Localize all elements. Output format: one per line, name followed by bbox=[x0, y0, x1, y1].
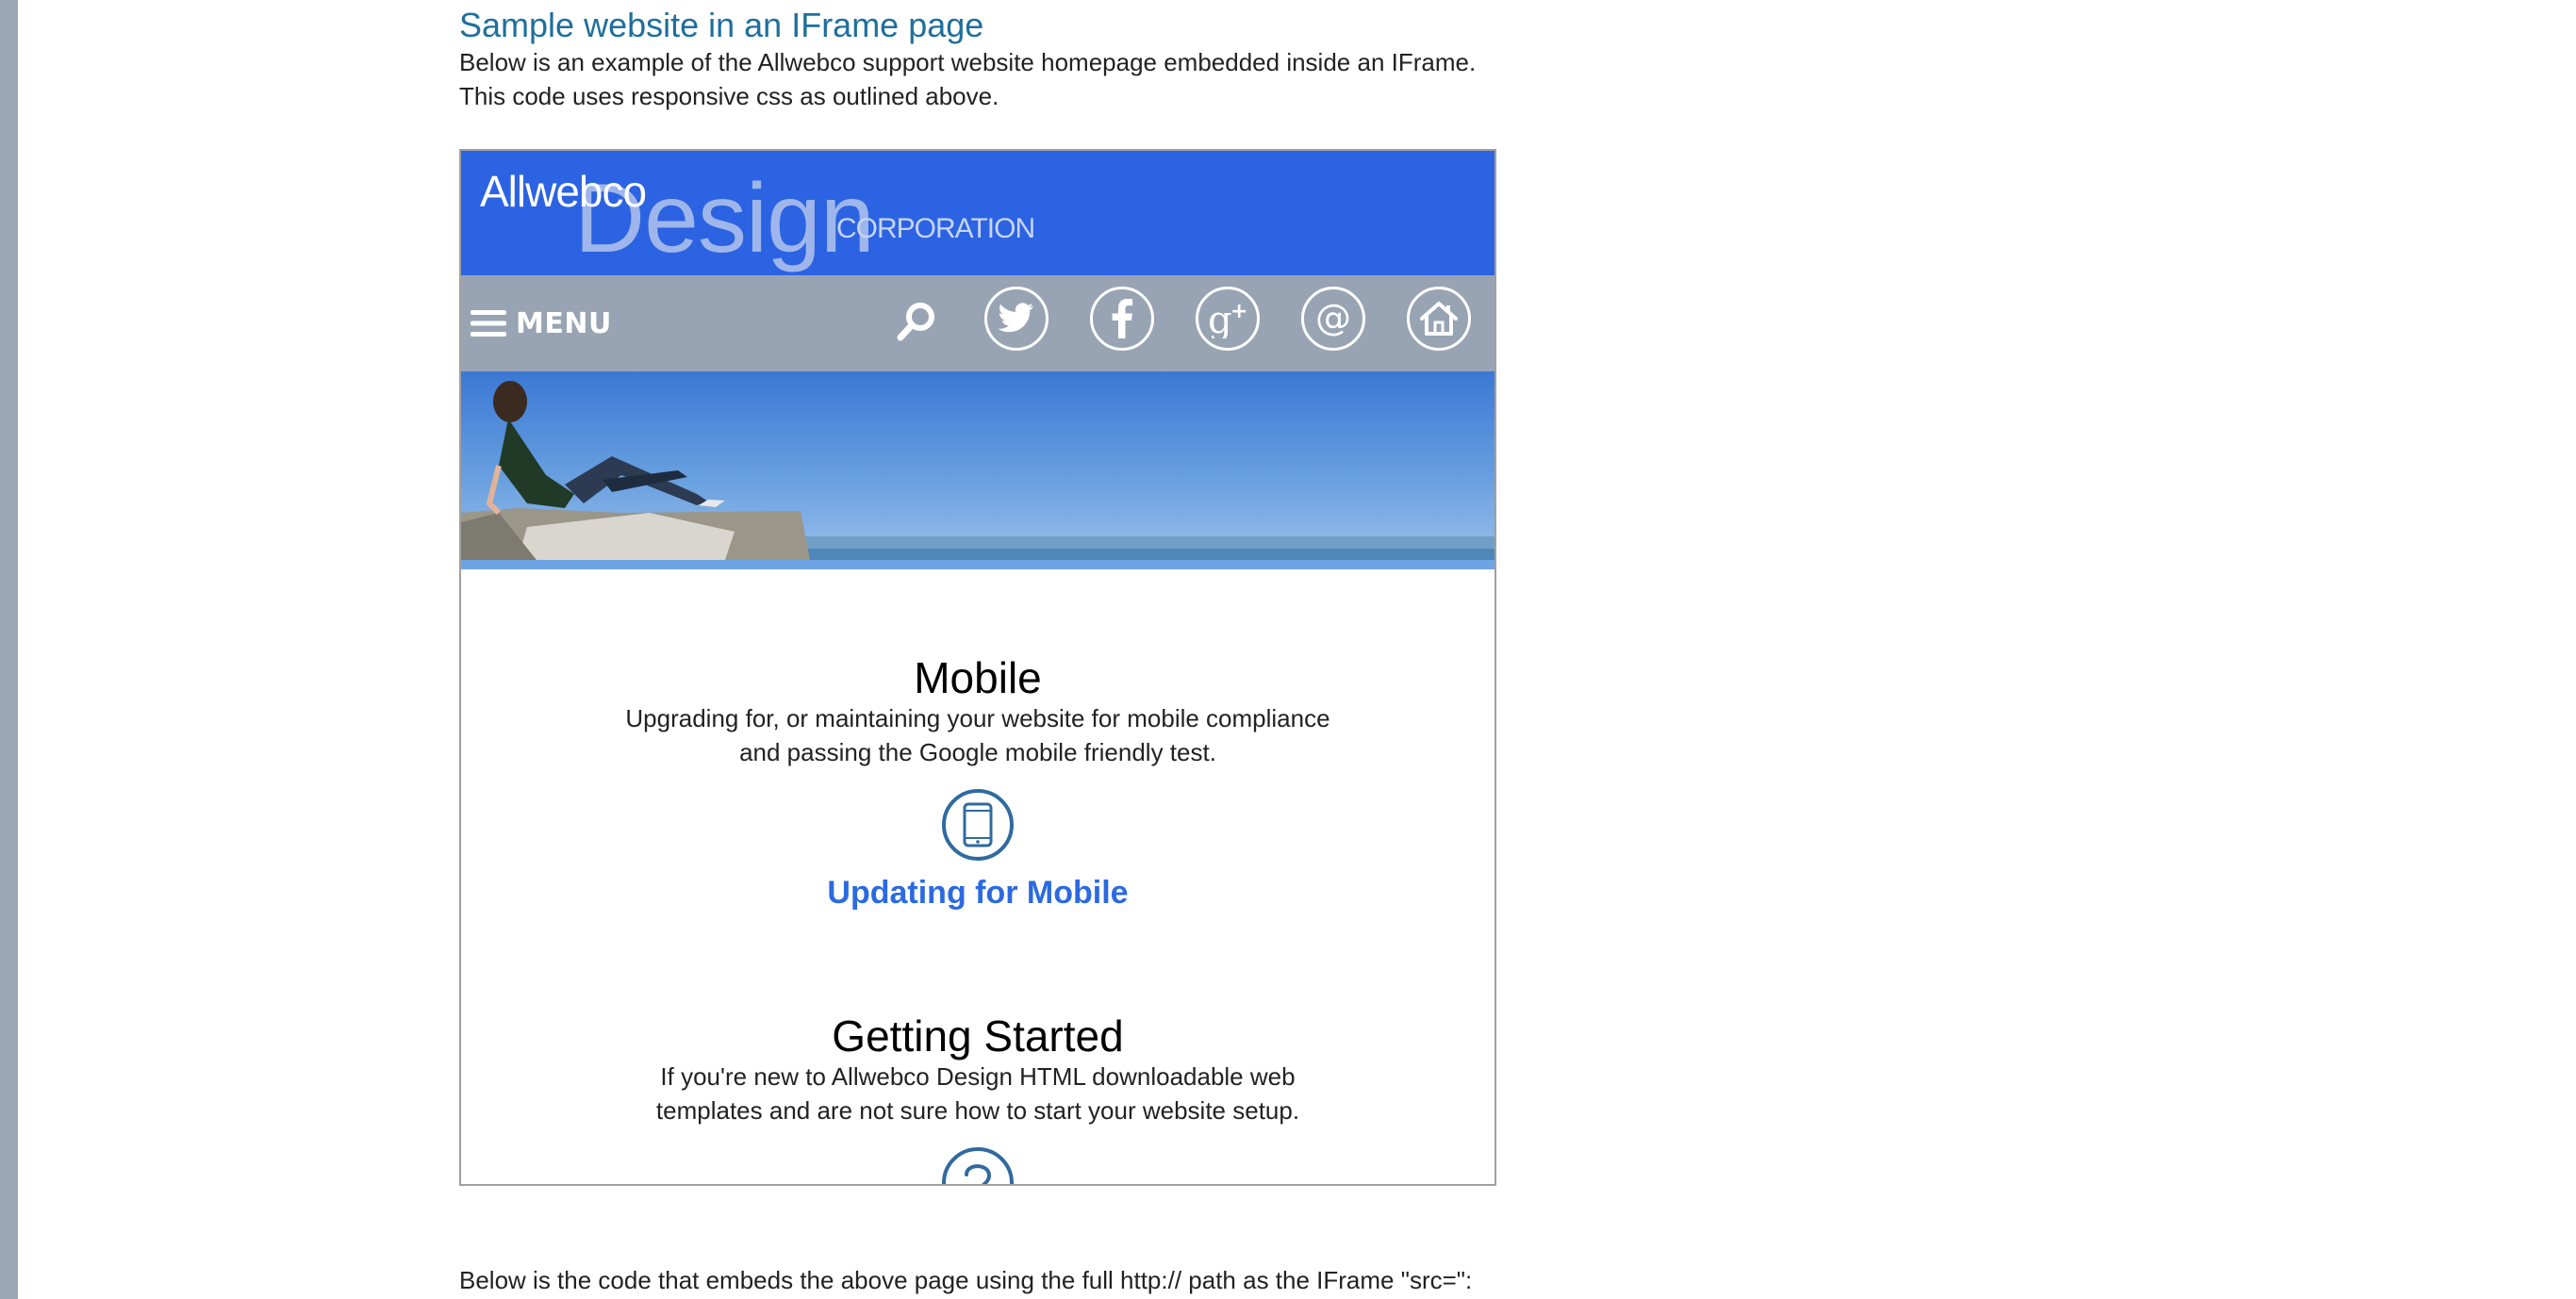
mobile-phone-icon[interactable] bbox=[941, 788, 1015, 862]
mobile-desc-line-2: and passing the Google mobile friendly t… bbox=[739, 738, 1216, 766]
logo-allwebco-text: Allwebco bbox=[480, 167, 647, 216]
svg-text:+: + bbox=[1230, 300, 1247, 323]
svg-text:@: @ bbox=[1315, 298, 1351, 338]
menu-label: MENU bbox=[516, 306, 612, 340]
home-icon[interactable] bbox=[1407, 287, 1471, 351]
question-mark-icon[interactable] bbox=[941, 1146, 1015, 1186]
section-heading: Sample website in an IFrame page bbox=[459, 6, 984, 44]
intro-paragraph: Below is an example of the Allwebco supp… bbox=[459, 45, 1476, 113]
site-logo[interactable]: Design Allwebco CORPORATION bbox=[461, 151, 1494, 275]
google-plus-icon[interactable]: g + bbox=[1196, 287, 1260, 351]
site-main-content: Mobile Upgrading for, or maintaining you… bbox=[461, 569, 1494, 1186]
mobile-section-title: Mobile bbox=[914, 653, 1042, 702]
updating-for-mobile-link[interactable]: Updating for Mobile bbox=[827, 875, 1128, 912]
getting-started-title: Getting Started bbox=[832, 1011, 1124, 1061]
hero-banner-image bbox=[461, 371, 1494, 569]
embedded-iframe[interactable]: Design Allwebco CORPORATION MENU g + @ M… bbox=[459, 149, 1496, 1186]
menu-button[interactable]: MENU bbox=[471, 304, 612, 343]
mobile-section: Mobile Upgrading for, or maintaining you… bbox=[461, 654, 1494, 912]
site-nav-bar: MENU g + @ bbox=[461, 275, 1494, 371]
site-header: Design Allwebco CORPORATION bbox=[461, 151, 1494, 275]
svg-text:g: g bbox=[1208, 299, 1232, 338]
search-icon[interactable] bbox=[893, 298, 940, 345]
getting-started-desc-line-1: If you're new to Allwebco Design HTML do… bbox=[660, 1062, 1296, 1091]
email-at-icon[interactable]: @ bbox=[1301, 287, 1365, 351]
intro-line-1: Below is an example of the Allwebco supp… bbox=[459, 48, 1477, 76]
facebook-icon[interactable] bbox=[1090, 287, 1154, 351]
getting-started-desc-line-2: templates and are not sure how to start … bbox=[655, 1096, 1300, 1125]
intro-line-2: This code uses responsive css as outline… bbox=[459, 82, 999, 110]
embed-code-intro: Below is the code that embeds the above … bbox=[459, 1266, 1473, 1294]
left-sidebar-bar bbox=[0, 0, 18, 1299]
mobile-desc-line-1: Upgrading for, or maintaining your websi… bbox=[625, 704, 1330, 732]
getting-started-description: If you're new to Allwebco Design HTML do… bbox=[461, 1060, 1494, 1127]
twitter-icon[interactable] bbox=[984, 287, 1049, 351]
logo-corporation-text: CORPORATION bbox=[836, 213, 1035, 244]
mobile-section-description: Upgrading for, or maintaining your websi… bbox=[461, 701, 1494, 769]
banner-photo bbox=[461, 381, 1494, 569]
hamburger-icon bbox=[471, 310, 506, 337]
getting-started-section: Getting Started If you're new to Allwebc… bbox=[461, 1011, 1494, 1186]
